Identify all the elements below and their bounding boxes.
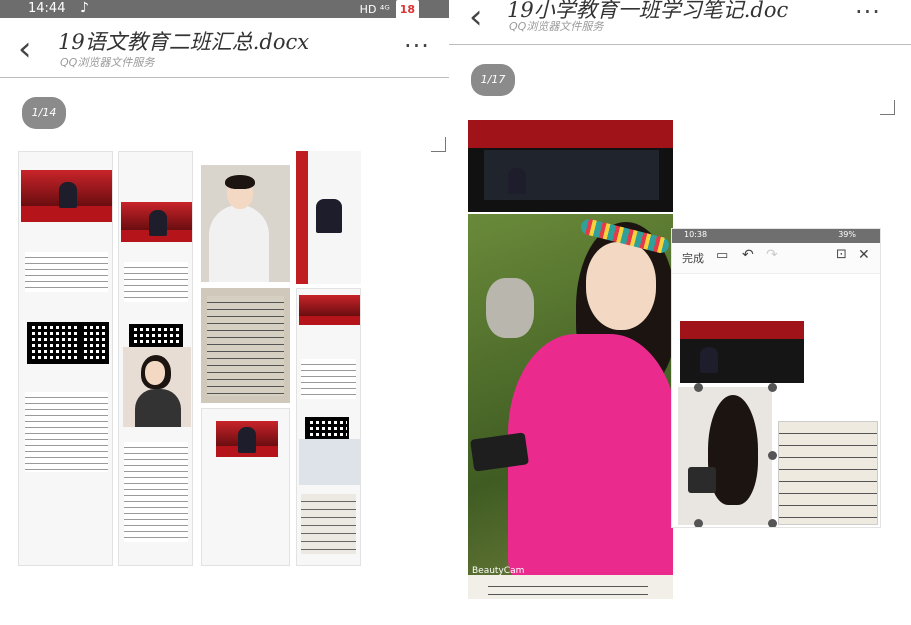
undo-icon[interactable]: ↶ — [742, 247, 754, 263]
embedded-video-frame — [680, 321, 804, 383]
article-text — [25, 252, 108, 292]
done-button[interactable]: 完成 — [682, 250, 704, 266]
status-icons: HD ⁴ᴳ 18 — [360, 0, 419, 20]
student-photo-boy — [201, 165, 290, 282]
left-document-viewer: 14:44 ♪ HD ⁴ᴳ 18 ‹ 19语文教育二班汇总.docx QQ浏览器文… — [0, 0, 449, 625]
status-time: 14:44 — [28, 1, 66, 16]
tiktok-icon: ♪ — [80, 0, 89, 16]
news-image — [21, 170, 112, 222]
screenshot-video-page — [201, 408, 290, 566]
crop-mark — [880, 100, 895, 115]
resize-handle[interactable] — [768, 519, 777, 527]
news-image — [216, 421, 278, 457]
battery-icon: 18 — [395, 0, 419, 20]
status-bar: 14:44 ♪ HD ⁴ᴳ 18 — [0, 0, 449, 20]
notebook-strip — [468, 575, 673, 599]
screenshot-livestream-page — [18, 151, 113, 566]
editor-time: 10:38 — [684, 230, 708, 239]
qr-code — [79, 322, 109, 364]
news-image — [121, 202, 192, 242]
resize-handle[interactable] — [768, 451, 777, 460]
image-editor-screenshot: 10:38 39% 完成 ▭ ↶ ↷ ⊡ ✕ — [671, 228, 881, 528]
editor-toolbar: 完成 ▭ ↶ ↷ ⊡ ✕ — [672, 243, 880, 274]
title-bar: ‹ 19语文教育二班汇总.docx QQ浏览器文件服务 ··· — [0, 22, 449, 82]
save-icon[interactable]: ▭ — [716, 248, 728, 263]
editor-battery: 39% — [838, 230, 856, 239]
editor-status-bar: 10:38 39% — [672, 229, 880, 243]
article-text — [124, 442, 188, 542]
article-text — [301, 359, 356, 399]
notebook-photo — [201, 288, 290, 403]
news-image — [299, 295, 360, 325]
resize-handle[interactable] — [694, 519, 703, 527]
info-icon[interactable]: ⊡ — [836, 247, 847, 262]
resize-handle[interactable] — [768, 383, 777, 392]
redo-icon[interactable]: ↷ — [766, 247, 778, 263]
more-options-button[interactable]: ··· — [855, 0, 881, 26]
document-subtitle: QQ浏览器文件服务 — [60, 56, 155, 69]
selected-photo[interactable] — [678, 387, 772, 525]
close-icon[interactable]: ✕ — [858, 247, 870, 263]
qr-code — [129, 324, 183, 348]
network-status: HD ⁴ᴳ — [359, 3, 390, 16]
handwritten-notes — [301, 494, 356, 554]
more-options-button[interactable]: ··· — [404, 32, 430, 60]
document-title: 19语文教育二班汇总.docx — [58, 30, 310, 54]
video-frame — [296, 151, 361, 284]
back-button[interactable]: ‹ — [18, 32, 32, 66]
student-photo-girl: BeautyCam — [468, 214, 673, 599]
crop-mark — [431, 137, 446, 152]
screenshot-combined-page — [296, 288, 361, 566]
resize-handle[interactable] — [694, 383, 703, 392]
header-divider — [0, 77, 449, 78]
article-text — [25, 392, 108, 472]
document-subtitle: QQ浏览器文件服务 — [509, 20, 604, 33]
title-bar: ‹ 19小学教育一班学习笔记.doc QQ浏览器文件服务 ··· — [449, 0, 911, 48]
handwritten-notes — [778, 421, 878, 525]
student-photo — [299, 439, 360, 485]
qr-code — [27, 322, 81, 364]
page-indicator: 1/14 — [22, 97, 66, 129]
header-divider — [449, 44, 911, 45]
news-video-frame — [468, 120, 673, 212]
student-photo — [123, 347, 191, 427]
page-indicator: 1/17 — [471, 64, 515, 96]
screenshot-article-page — [118, 151, 193, 566]
qr-code — [305, 417, 349, 441]
back-button[interactable]: ‹ — [469, 0, 483, 34]
article-text — [124, 262, 188, 302]
right-document-viewer: ‹ 19小学教育一班学习笔记.doc QQ浏览器文件服务 ··· 1/17 Be… — [449, 0, 911, 625]
